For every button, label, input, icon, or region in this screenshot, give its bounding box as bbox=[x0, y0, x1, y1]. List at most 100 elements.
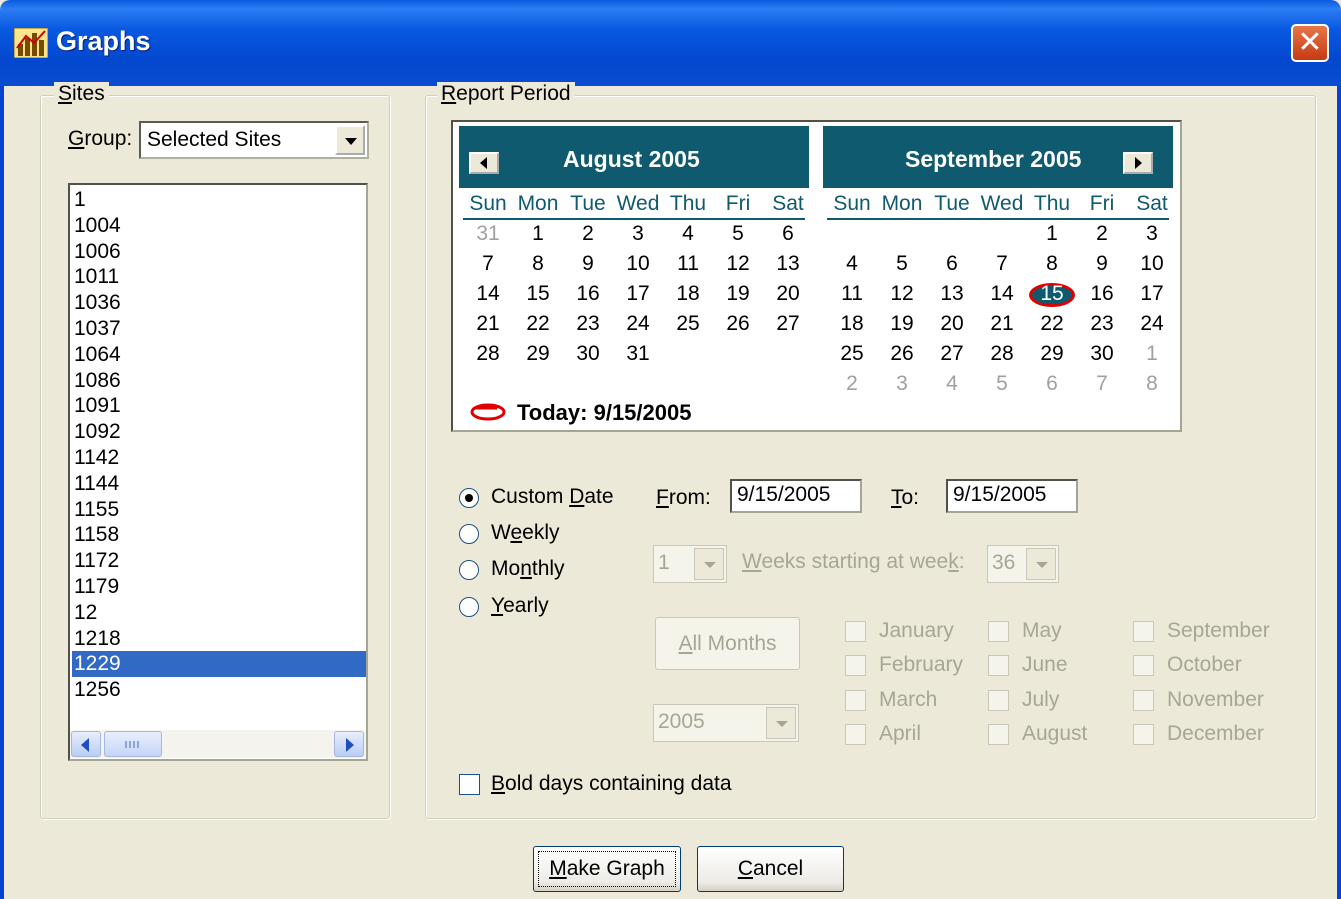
calendar-day[interactable]: 17 bbox=[1127, 282, 1177, 306]
month-checkbox[interactable] bbox=[1133, 690, 1154, 711]
make-graph-button[interactable]: Make Graph bbox=[533, 846, 681, 892]
calendar-day[interactable]: 9 bbox=[1077, 252, 1127, 276]
list-item[interactable]: 1064 bbox=[72, 342, 366, 368]
close-button[interactable]: ✕ bbox=[1291, 24, 1329, 62]
cancel-button[interactable]: Cancel bbox=[697, 846, 844, 892]
calendar-day[interactable]: 1 bbox=[513, 222, 563, 246]
list-item[interactable]: 1 bbox=[72, 187, 366, 213]
chevron-down-icon[interactable] bbox=[1026, 548, 1056, 580]
calendar-day[interactable]: 6 bbox=[1027, 372, 1077, 396]
calendar-day[interactable]: 22 bbox=[513, 312, 563, 336]
list-item[interactable]: 1179 bbox=[72, 574, 366, 600]
month-checkbox[interactable] bbox=[988, 655, 1009, 676]
calendar-day[interactable]: 28 bbox=[463, 342, 513, 366]
calendar-day[interactable]: 29 bbox=[1027, 342, 1077, 366]
prev-month-button[interactable] bbox=[469, 152, 499, 174]
month-checkbox[interactable] bbox=[1133, 655, 1154, 676]
calendar-day[interactable]: 5 bbox=[977, 372, 1027, 396]
month-checkbox[interactable] bbox=[845, 655, 866, 676]
calendar-day[interactable]: 10 bbox=[613, 252, 663, 276]
calendar-day[interactable]: 17 bbox=[613, 282, 663, 306]
period-radio-label[interactable]: Weekly bbox=[491, 521, 560, 545]
calendar-day[interactable]: 24 bbox=[613, 312, 663, 336]
calendar-day[interactable]: 4 bbox=[827, 252, 877, 276]
calendar-day[interactable]: 6 bbox=[763, 222, 813, 246]
list-item[interactable]: 1229 bbox=[72, 651, 366, 678]
list-item[interactable]: 1036 bbox=[72, 290, 366, 316]
period-radio-label[interactable]: Monthly bbox=[491, 557, 565, 581]
calendar-day[interactable]: 8 bbox=[1027, 252, 1077, 276]
calendar-day[interactable]: 9 bbox=[563, 252, 613, 276]
calendar-day[interactable]: 1 bbox=[1127, 342, 1177, 366]
list-item[interactable]: 1004 bbox=[72, 213, 366, 239]
scroll-right-button[interactable] bbox=[334, 731, 364, 757]
bold-days-checkbox[interactable] bbox=[459, 774, 480, 795]
calendar-day[interactable]: 30 bbox=[1077, 342, 1127, 366]
calendar-day[interactable]: 27 bbox=[763, 312, 813, 336]
today-label[interactable]: Today: 9/15/2005 bbox=[517, 400, 691, 426]
calendar-day[interactable]: 15 bbox=[1027, 282, 1077, 306]
period-radio-label[interactable]: Custom Date bbox=[491, 485, 614, 509]
calendar-day[interactable]: 11 bbox=[827, 282, 877, 306]
list-item[interactable]: 1155 bbox=[72, 497, 366, 523]
list-item[interactable]: 1091 bbox=[72, 393, 366, 419]
calendar-day[interactable]: 21 bbox=[463, 312, 513, 336]
month-checkbox[interactable] bbox=[845, 724, 866, 745]
calendar-day[interactable]: 3 bbox=[613, 222, 663, 246]
list-item[interactable]: 1172 bbox=[72, 548, 366, 574]
calendar-day[interactable]: 20 bbox=[927, 312, 977, 336]
calendar-day[interactable]: 5 bbox=[877, 252, 927, 276]
weeks-count-select[interactable]: 1 bbox=[653, 545, 727, 583]
calendar-day[interactable]: 23 bbox=[1077, 312, 1127, 336]
chevron-down-icon[interactable] bbox=[766, 707, 796, 739]
list-item[interactable]: 1037 bbox=[72, 316, 366, 342]
calendar-day[interactable]: 25 bbox=[663, 312, 713, 336]
calendar-day[interactable]: 26 bbox=[713, 312, 763, 336]
month-checkbox[interactable] bbox=[988, 690, 1009, 711]
month-checkbox[interactable] bbox=[988, 621, 1009, 642]
calendar-day[interactable]: 2 bbox=[563, 222, 613, 246]
calendar-day[interactable]: 31 bbox=[463, 222, 513, 246]
calendar-day[interactable]: 28 bbox=[977, 342, 1027, 366]
scroll-thumb[interactable] bbox=[104, 731, 162, 757]
calendar-day[interactable]: 15 bbox=[513, 282, 563, 306]
calendar-day[interactable]: 23 bbox=[563, 312, 613, 336]
calendar-day[interactable]: 5 bbox=[713, 222, 763, 246]
year-select[interactable]: 2005 bbox=[653, 704, 799, 742]
period-radio[interactable] bbox=[459, 560, 479, 580]
site-list-hscrollbar[interactable] bbox=[70, 730, 366, 758]
all-months-button[interactable]: All Months bbox=[655, 617, 800, 670]
calendar-day[interactable]: 8 bbox=[1127, 372, 1177, 396]
calendar-day[interactable]: 30 bbox=[563, 342, 613, 366]
calendar-day[interactable]: 14 bbox=[463, 282, 513, 306]
calendar-day[interactable]: 7 bbox=[977, 252, 1027, 276]
calendar-day[interactable]: 4 bbox=[927, 372, 977, 396]
group-dropdown-button[interactable] bbox=[335, 125, 365, 155]
calendar-day[interactable]: 13 bbox=[763, 252, 813, 276]
calendar-day[interactable]: 29 bbox=[513, 342, 563, 366]
calendar-day[interactable]: 22 bbox=[1027, 312, 1077, 336]
calendar-day[interactable]: 26 bbox=[877, 342, 927, 366]
list-item[interactable]: 1218 bbox=[72, 626, 366, 652]
calendar-day[interactable]: 19 bbox=[713, 282, 763, 306]
list-item[interactable]: 1144 bbox=[72, 471, 366, 497]
list-item[interactable]: 1256 bbox=[72, 677, 366, 703]
from-date-input[interactable]: 9/15/2005 bbox=[730, 479, 862, 513]
period-radio[interactable] bbox=[459, 488, 479, 508]
calendar-day[interactable]: 6 bbox=[927, 252, 977, 276]
calendar-day[interactable]: 20 bbox=[763, 282, 813, 306]
calendar-day[interactable]: 2 bbox=[827, 372, 877, 396]
calendar-day[interactable]: 19 bbox=[877, 312, 927, 336]
calendar-day[interactable]: 7 bbox=[463, 252, 513, 276]
calendar-day[interactable]: 18 bbox=[827, 312, 877, 336]
list-item[interactable]: 1092 bbox=[72, 419, 366, 445]
list-item[interactable]: 1142 bbox=[72, 445, 366, 471]
month-checkbox[interactable] bbox=[845, 690, 866, 711]
group-select[interactable]: Selected Sites bbox=[139, 121, 369, 159]
list-item[interactable]: 1158 bbox=[72, 522, 366, 548]
calendar-day[interactable]: 12 bbox=[713, 252, 763, 276]
chevron-down-icon[interactable] bbox=[694, 548, 724, 580]
calendar-day[interactable]: 16 bbox=[563, 282, 613, 306]
month-checkbox[interactable] bbox=[988, 724, 1009, 745]
calendar-day[interactable]: 1 bbox=[1027, 222, 1077, 246]
